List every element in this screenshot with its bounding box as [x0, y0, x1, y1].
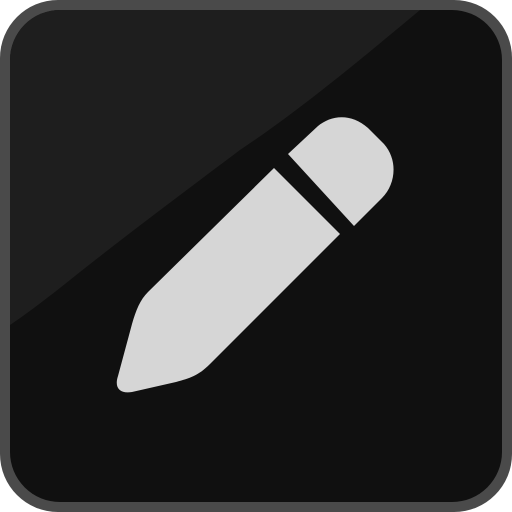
- edit-app-icon[interactable]: [0, 0, 512, 512]
- edit-icon-graphic: [0, 0, 512, 512]
